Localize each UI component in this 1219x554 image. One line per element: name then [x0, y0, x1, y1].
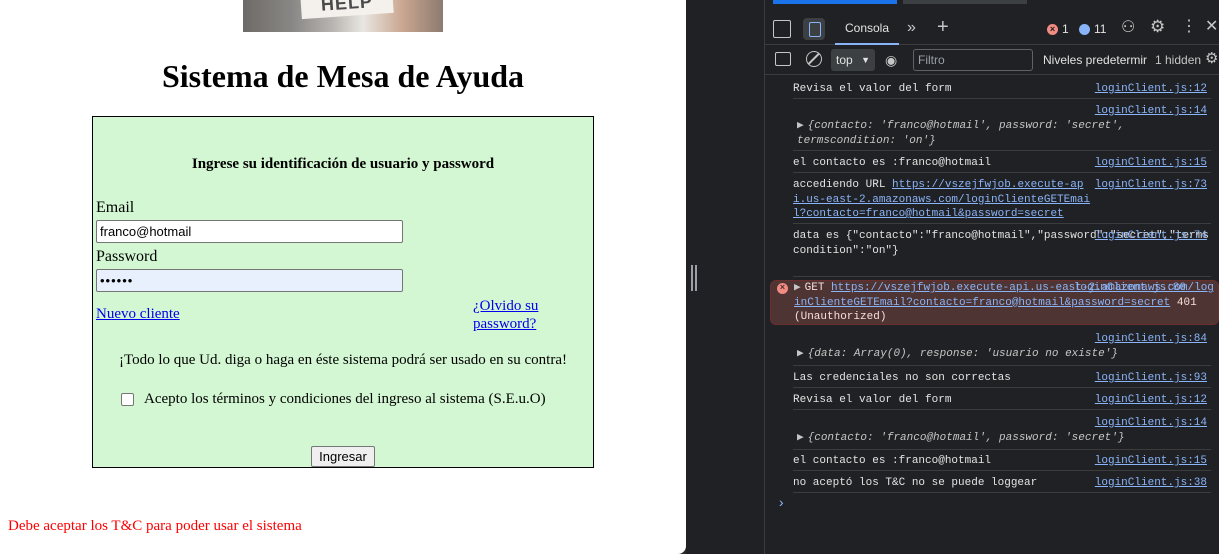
panel-tab[interactable]	[903, 0, 1027, 4]
expandable-object[interactable]: ▶ {contacto: 'franco@hotmail', password: …	[797, 432, 1124, 444]
banner-sign: HELP	[300, 0, 394, 20]
help-banner-image: HELP	[243, 0, 443, 32]
devtools-top-strip	[765, 0, 1219, 6]
expand-triangle-icon[interactable]: ▶	[797, 432, 804, 444]
tab-console[interactable]: Consola	[835, 12, 899, 45]
form-heading: Ingrese su identificación de usuario y p…	[191, 156, 495, 172]
source-link[interactable]: loginClient.js:14	[1095, 104, 1207, 119]
console-message: Revisa el valor del form loginClient.js:…	[793, 82, 1211, 99]
console-sidebar-icon[interactable]	[775, 52, 791, 66]
console-message: loginClient.js:14 ▶ {contacto: 'franco@ho…	[793, 104, 1211, 151]
chevron-down-icon: ▼	[861, 55, 870, 65]
console-message: loginClient.js:84 ▶ {data: Array(0), resp…	[793, 332, 1211, 366]
devtools-panel: Consola » + × 1 11 ⚇ ⚙ ⋮ ✕ top ▼ ◉ Filtr…	[765, 0, 1219, 554]
source-link[interactable]: loginClient.js:15	[1095, 156, 1207, 171]
email-label: Email	[96, 199, 135, 216]
source-link[interactable]: loginClient.js:84	[1095, 332, 1207, 347]
source-link[interactable]: loginClient.js:80	[1074, 281, 1186, 296]
context-select[interactable]: top ▼	[831, 49, 875, 71]
message-text: GET	[804, 282, 832, 294]
close-icon[interactable]: ✕	[1205, 18, 1218, 36]
error-count: 1	[1062, 22, 1069, 36]
console-log: Revisa el valor del form loginClient.js:…	[765, 76, 1219, 554]
filter-input[interactable]: Filtro	[913, 49, 1033, 71]
page-title: Sistema de Mesa de Ayuda	[161, 58, 525, 94]
console-message: no aceptó los T&C no se puede loggear lo…	[793, 476, 1211, 493]
submit-button[interactable]: Ingresar	[311, 446, 375, 467]
console-message: Las credenciales no son correctas loginC…	[793, 371, 1211, 388]
device-toolbar-icon[interactable]	[803, 18, 825, 40]
add-tab-icon[interactable]: +	[937, 17, 949, 37]
console-prompt[interactable]: ›	[777, 496, 785, 512]
source-link[interactable]: loginClient.js:12	[1095, 393, 1207, 408]
message-text: el contacto es :franco@hotmail	[793, 157, 992, 169]
source-link[interactable]: loginClient.js:73	[1095, 178, 1207, 193]
message-count-badge[interactable]: 11	[1079, 22, 1106, 36]
new-client-link[interactable]: Nuevo cliente	[96, 306, 180, 323]
source-link[interactable]: loginClient.js:15	[1095, 454, 1207, 469]
console-settings-icon[interactable]: ⚙	[1205, 50, 1218, 68]
clear-console-icon[interactable]	[806, 51, 822, 67]
devtools-tabbar: Consola » + × 1 11 ⚇ ⚙ ⋮ ✕	[765, 12, 1219, 45]
issues-icon[interactable]: ⚇	[1121, 19, 1135, 37]
error-icon: ×	[777, 283, 788, 294]
panel-tab-active[interactable]	[773, 0, 897, 4]
expand-triangle-icon[interactable]: ▶	[797, 120, 804, 132]
warning-text: ¡Todo lo que Ud. diga o haga en éste sis…	[119, 352, 567, 368]
message-text: accediendo URL	[793, 179, 893, 191]
drag-handle-icon[interactable]	[691, 265, 697, 291]
console-message: el contacto es :franco@hotmail loginClie…	[793, 454, 1211, 471]
terms-label[interactable]: Acepto los términos y condiciones del in…	[144, 391, 546, 408]
console-error-message: × ▶ GET https://vszejfwjob.execute-api.us…	[770, 280, 1219, 325]
source-link[interactable]: loginClient.js:93	[1095, 371, 1207, 386]
forgot-password-link[interactable]: ¿Olvido su password?	[473, 297, 573, 333]
console-message: Revisa el valor del form loginClient.js:…	[793, 393, 1211, 410]
password-field[interactable]: ••••••	[96, 269, 403, 292]
login-form: Ingrese su identificación de usuario y p…	[92, 116, 594, 468]
expandable-object[interactable]: ▶ {contacto: 'franco@hotmail', password: …	[797, 120, 1124, 147]
message-text: Las credenciales no son correctas	[793, 372, 1011, 384]
console-message: loginClient.js:74 data es {"contacto":"f…	[793, 229, 1211, 277]
console-message: el contacto es :franco@hotmail loginClie…	[793, 156, 1211, 173]
message-text: Revisa el valor del form	[793, 83, 952, 95]
more-tabs-icon[interactable]: »	[907, 19, 916, 37]
source-link[interactable]: loginClient.js:14	[1095, 416, 1207, 431]
source-link[interactable]: loginClient.js:74	[1095, 229, 1207, 244]
console-message: accediendo URL https://vszejfwjob.execut…	[793, 178, 1211, 224]
web-page: HELP Sistema de Mesa de Ayuda Ingrese su…	[0, 0, 686, 554]
gear-icon[interactable]: ⚙	[1150, 18, 1165, 36]
console-filter-bar: top ▼ ◉ Filtro Niveles predetermir 1 hid…	[765, 45, 1219, 75]
panel-splitter[interactable]	[686, 0, 765, 554]
terms-checkbox[interactable]	[121, 393, 134, 406]
context-value: top	[836, 53, 853, 67]
error-count-badge[interactable]: × 1	[1047, 22, 1069, 36]
kebab-menu-icon[interactable]: ⋮	[1181, 18, 1197, 36]
source-link[interactable]: loginClient.js:12	[1095, 82, 1207, 97]
live-expression-eye-icon[interactable]: ◉	[885, 51, 897, 69]
message-text: Revisa el valor del form	[793, 394, 952, 406]
expandable-object[interactable]: ▶ {data: Array(0), response: 'usuario no …	[797, 348, 1118, 360]
message-icon	[1079, 23, 1090, 35]
inspect-element-icon[interactable]	[773, 20, 791, 38]
message-count: 11	[1094, 22, 1107, 36]
password-label: Password	[96, 248, 158, 265]
hidden-count: 1 hidden	[1155, 53, 1202, 67]
message-text: no aceptó los T&C no se puede loggear	[793, 477, 1038, 489]
console-message: loginClient.js:14 ▶ {contacto: 'franco@ho…	[793, 416, 1211, 450]
error-message: Debe aceptar los T&C para poder usar el …	[8, 518, 302, 534]
terms-row: Acepto los términos y condiciones del in…	[121, 391, 546, 408]
error-icon: ×	[1047, 23, 1058, 35]
source-link[interactable]: loginClient.js:38	[1095, 476, 1207, 491]
log-levels-dropdown[interactable]: Niveles predetermir	[1043, 53, 1147, 67]
message-text: el contacto es :franco@hotmail	[793, 455, 992, 467]
email-field[interactable]: franco@hotmail	[96, 220, 403, 243]
expand-triangle-icon[interactable]: ▶	[794, 282, 801, 294]
expand-triangle-icon[interactable]: ▶	[797, 348, 804, 360]
